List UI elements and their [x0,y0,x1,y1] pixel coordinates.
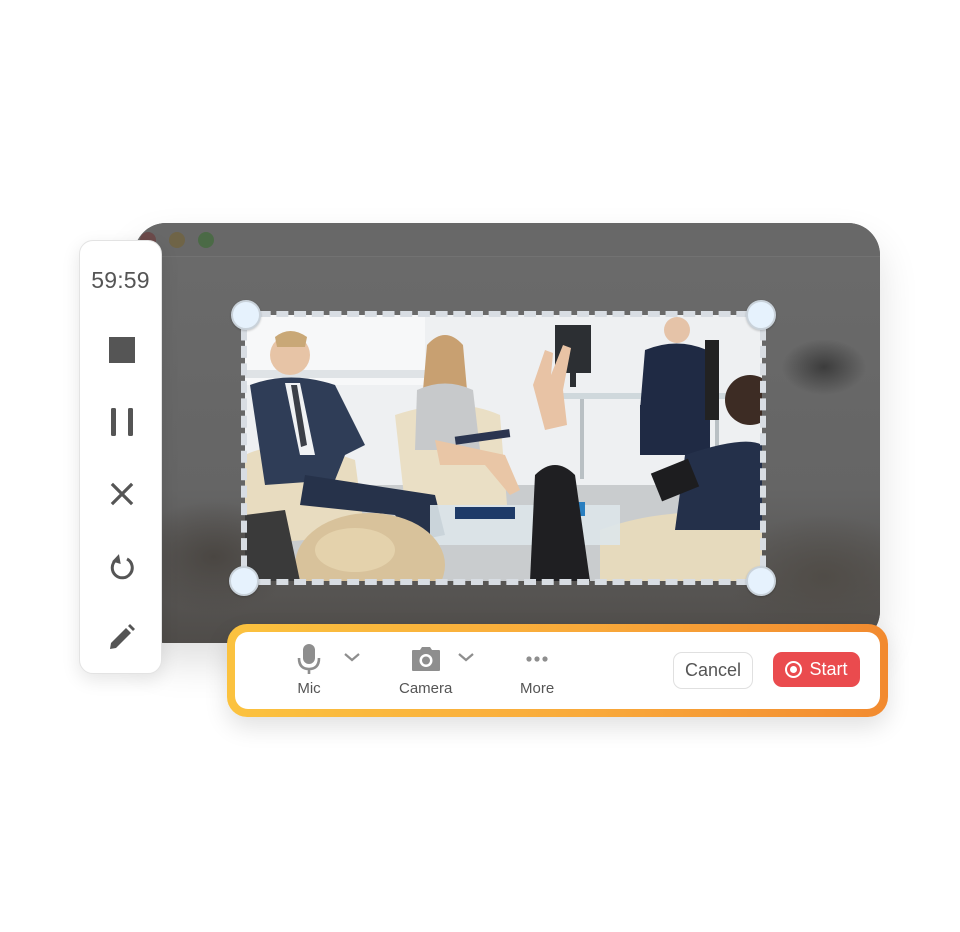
resize-handle-top-right[interactable] [746,300,776,330]
pencil-icon [110,624,135,649]
restart-button[interactable] [102,547,142,587]
window-title-bar [134,223,880,257]
chevron-down-icon [344,653,360,662]
record-icon [785,661,803,678]
annotate-button[interactable] [102,617,142,657]
resize-handle-top-left[interactable] [231,300,261,330]
window-maximize-button[interactable] [198,232,214,248]
window-minimize-button[interactable] [169,232,185,248]
recording-timer: 59:59 [91,267,150,293]
mic-button[interactable]: Mic [297,642,321,697]
mic-options-dropdown[interactable] [343,650,361,668]
pause-button[interactable] [102,402,142,442]
start-label: Start [809,659,848,679]
recording-control-panel: 59:59 [79,240,162,674]
meeting-photo [245,315,762,581]
microphone-icon [297,644,321,674]
more-options-icon [526,656,548,662]
more-label: More [520,680,555,697]
mic-label: Mic [297,680,321,697]
stop-icon [109,337,135,363]
camera-icon [411,647,440,671]
camera-label: Camera [399,680,453,697]
stop-button[interactable] [102,330,142,370]
camera-options-dropdown[interactable] [457,650,475,668]
capture-toolbar: Mic Camera More Cancel Start [235,632,880,709]
discard-button[interactable] [102,474,142,514]
close-icon [110,482,134,506]
chevron-down-icon [458,653,474,662]
resize-handle-bottom-left[interactable] [229,566,259,596]
more-button[interactable]: More [520,642,554,697]
camera-button[interactable]: Camera [399,642,452,697]
pause-icon [111,408,133,436]
start-recording-button[interactable]: Start [773,652,860,687]
capture-region[interactable] [245,315,762,581]
cancel-button[interactable]: Cancel [673,652,753,689]
capture-toolbar-frame: Mic Camera More Cancel Start [227,624,888,717]
resize-handle-bottom-right[interactable] [746,566,776,596]
restart-icon [110,554,134,580]
